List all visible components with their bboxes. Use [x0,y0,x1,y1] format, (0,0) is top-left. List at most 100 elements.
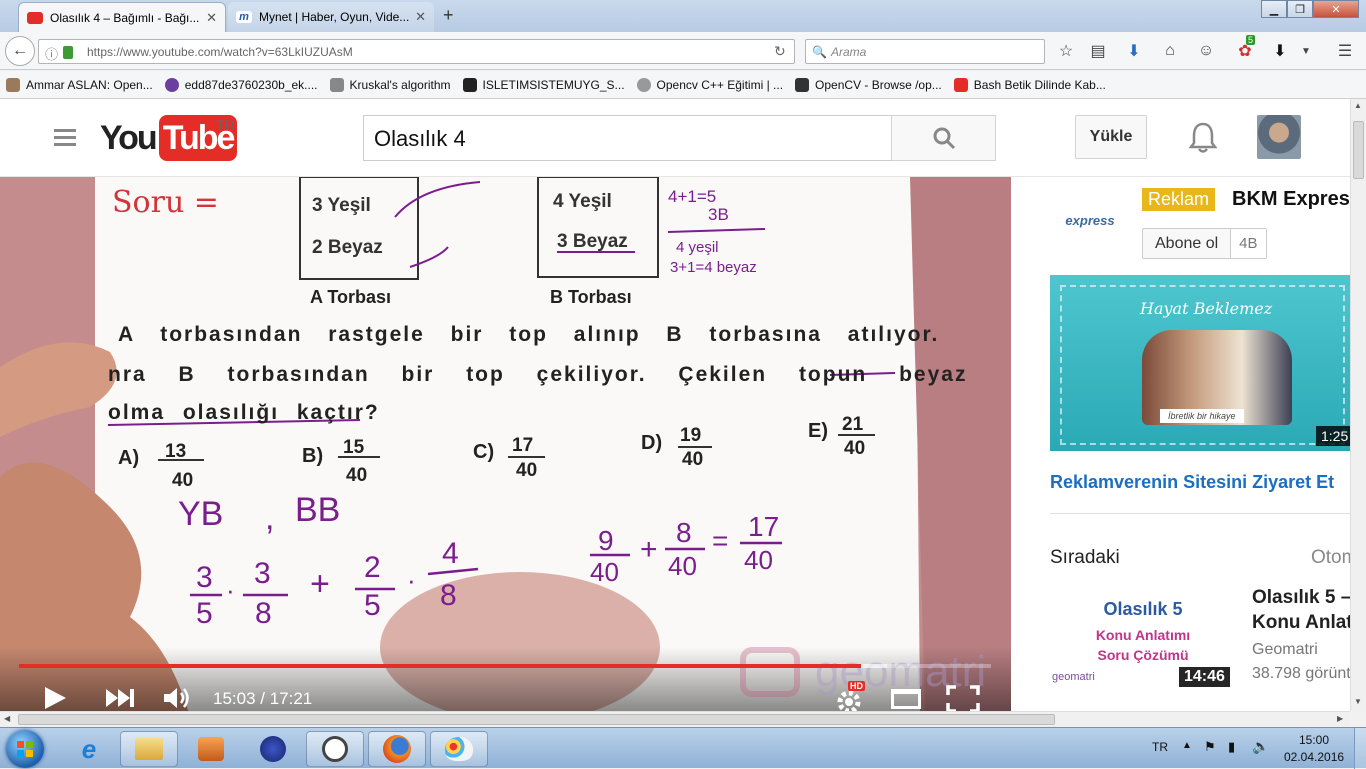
board-question: nra B torbasından bir top çekiliyor. Çek… [108,363,968,386]
search-engine-icon[interactable]: 🔍 [812,45,827,59]
clock-time[interactable]: 15:00 [1284,733,1344,747]
speaker-icon[interactable]: 🔈 [1252,738,1269,755]
upload-button[interactable]: Yükle [1075,115,1147,159]
dropdown-icon[interactable]: ▼ [1298,41,1314,61]
extension-icon[interactable]: ✿ 5 [1234,35,1256,61]
next-video-thumbnail[interactable]: Olasılık 5 Konu Anlatımı Soru Çözümü geo… [1050,587,1236,691]
downloads-icon[interactable]: ⬇ [1124,41,1144,61]
bookmark-item[interactable]: Ammar ASLAN: Open... [6,77,153,92]
close-tab-icon[interactable]: ✕ [415,9,426,25]
taskbar-paint[interactable] [430,731,488,767]
scrollbar-thumb[interactable] [18,714,1055,725]
option-letter: C) [473,441,495,463]
next-video-title[interactable]: Konu Anlatımı [1252,612,1350,634]
scrollbar-thumb[interactable] [1353,121,1364,179]
bookmark-item[interactable]: Opencv C++ Eğitimi | ... [636,77,783,92]
fraction-den: 5 [364,589,381,622]
ad-duration: 1:25 [1316,426,1350,446]
network-icon[interactable]: ▮ [1228,739,1235,755]
horizontal-scrollbar[interactable]: ◀ ▶ [0,711,1350,727]
fullscreen-icon[interactable] [946,685,980,711]
board-text: 4 Yeşil [553,191,612,212]
fraction-num: 3 [196,561,213,594]
close-window-button[interactable]: ✕ [1313,0,1359,18]
taskbar-media-player[interactable] [182,731,240,767]
taskbar-app[interactable] [244,731,302,767]
show-desktop-button[interactable] [1354,728,1366,769]
notifications-bell-icon[interactable] [1188,121,1218,158]
theater-mode-icon[interactable] [891,689,921,709]
bookmark-star-icon[interactable]: ☆ [1056,41,1076,61]
browser-search-field[interactable]: 🔍 Arama [805,39,1045,64]
fraction-num: 4 [442,537,459,570]
volume-icon[interactable] [162,685,192,711]
video-player[interactable]: Soru = 3 Yeşil 2 Beyaz A Torbası 4 Yeşil… [0,177,1011,711]
ad-banner-subtitle: İbretlik bir hikaye [1160,409,1244,423]
taskbar-internet-explorer[interactable]: e [60,731,118,767]
bookmark-icon [329,77,344,92]
advertiser-site-link[interactable]: Reklamverenin Sitesini Ziyaret Et [1050,472,1334,493]
chat-icon[interactable]: ☺ [1196,41,1216,61]
youtube-search-button[interactable] [891,115,996,161]
back-button[interactable]: ← [5,36,35,66]
youtube-search-input[interactable]: Olasılık 4 [363,115,892,161]
action-center-icon[interactable]: ⚑ [1204,739,1216,755]
play-button[interactable] [42,685,68,711]
tab-title: Mynet | Haber, Oyun, Vide... [259,10,410,24]
option-den: 40 [346,465,368,486]
next-video-title[interactable]: Olasılık 5 – [1252,587,1350,609]
avatar[interactable] [1257,115,1301,159]
maximize-button[interactable]: ❐ [1287,0,1313,18]
bookmark-icon [164,77,179,92]
bookmark-item[interactable]: Kruskal's algorithm [329,77,451,92]
firefox-icon [383,735,411,763]
start-button[interactable] [6,730,44,768]
address-bar[interactable]: ⓘ https://www.youtube.com/watch?v=63LkIU… [38,39,795,64]
guide-menu-icon[interactable] [54,129,76,147]
bookmark-item[interactable]: edd87de3760230b_ek.... [164,77,318,92]
menu-icon[interactable]: ☰ [1334,41,1356,61]
autoplay-label[interactable]: Otomatik [1311,547,1350,569]
time-display: 15:03 / 17:21 [213,689,312,709]
board-work: BB [295,491,341,529]
next-button[interactable] [104,687,136,711]
option-letter: E) [808,420,828,442]
tab-mynet[interactable]: m Mynet | Haber, Oyun, Vide... ✕ [228,2,434,32]
show-hidden-icons-icon[interactable]: ▲ [1182,740,1192,751]
minimize-button[interactable]: ▁ [1261,0,1287,18]
ad-banner[interactable]: Hayat Beklemez İbretlik bir hikaye 1:25 [1050,275,1350,451]
bookmarks-bar: Ammar ASLAN: Open... edd87de3760230b_ek.… [0,71,1366,99]
taskbar-clock-app[interactable] [306,731,364,767]
vertical-scrollbar[interactable]: ▲ ▼ [1350,99,1366,711]
input-language[interactable]: TR [1152,740,1168,754]
fraction-den: 8 [255,597,272,630]
reading-list-icon[interactable]: ▤ [1088,41,1108,61]
browser-tab-strip: Olasılık 4 – Bağımlı - Bağı... ✕ m Mynet… [0,0,1366,32]
windows-taskbar: e TR ▲ ⚑ ▮ 🔈 15:00 02.04.2016 [0,727,1366,769]
new-tab-button[interactable]: + [443,5,454,26]
advertiser-logo[interactable]: express [1059,207,1121,233]
tab-youtube[interactable]: Olasılık 4 – Bağımlı - Bağı... ✕ [18,2,226,32]
hd-badge: HD [848,681,865,691]
fraction-num: 3 [254,557,271,590]
download-arrow-icon[interactable]: ⬇ [1270,41,1290,61]
home-icon[interactable]: ⌂ [1160,41,1180,61]
board-text: 3 Yeşil [312,195,371,216]
close-tab-icon[interactable]: ✕ [206,10,217,26]
thumb-title: Olasılık 5 [1103,599,1183,619]
bookmark-item[interactable]: Bash Betik Dilinde Kab... [953,77,1106,92]
next-video-channel[interactable]: Geomatri [1252,641,1318,659]
extension-badge: 5 [1246,35,1256,45]
taskbar-file-explorer[interactable] [120,731,178,767]
info-icon[interactable]: ⓘ [45,44,58,63]
bookmark-item[interactable]: OpenCV - Browse /op... [795,77,942,92]
taskbar-firefox[interactable] [368,731,426,767]
option-num: 21 [842,414,864,435]
option-den: 40 [844,438,866,459]
progress-bar[interactable] [19,664,991,668]
reload-icon[interactable]: ↻ [774,43,786,60]
advertiser-name[interactable]: BKM Express [1232,188,1350,211]
clock-date[interactable]: 02.04.2016 [1284,750,1344,764]
subscribe-button[interactable]: Abone ol 4B [1142,228,1267,259]
bookmark-item[interactable]: ISLETIMSISTEMUYG_S... [462,77,625,92]
